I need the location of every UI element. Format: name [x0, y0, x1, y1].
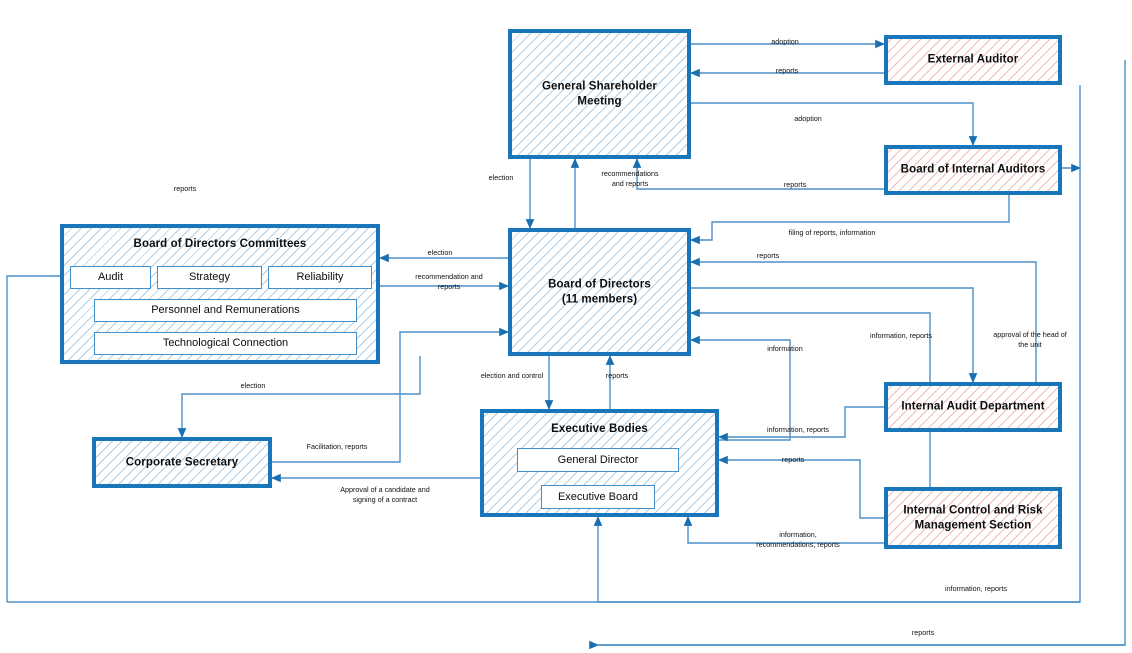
edge-label-information-reports-exec: information, reports: [767, 425, 829, 434]
edge-label-information: information: [767, 344, 803, 353]
edge-label-reports-internal-auditors: reports: [783, 180, 807, 189]
edge-label-election-and-control: election and control: [480, 371, 544, 380]
edge-label-facilitation-reports: Facilitation, reports: [306, 442, 368, 451]
exec-subunit-executive-board[interactable]: Executive Board: [541, 485, 655, 509]
node-title: Corporate Secretary: [125, 456, 239, 469]
edge-label-approval-of-head-of-unit: approval of the head of the unit: [993, 330, 1067, 349]
node-title: Executive Bodies: [551, 423, 648, 435]
committee-personnel-and-remunerations[interactable]: Personnel and Remunerations: [94, 299, 357, 322]
edge-label-information-reports-iad: information, reports: [870, 331, 932, 340]
committee-strategy[interactable]: Strategy: [157, 266, 262, 289]
governance-diagram-canvas: General Shareholder Meeting External Aud…: [0, 0, 1132, 653]
node-title: Internal Control and Risk Management Sec…: [888, 503, 1058, 532]
node-title-line2: Management Section: [914, 519, 1032, 531]
edge-label-reports-bottom: reports: [911, 628, 935, 637]
node-title-line2: Meeting: [577, 95, 622, 107]
edge-label-adoption-external-auditor: adoption: [771, 37, 799, 46]
edge-label-reports-exec-to-bod: reports: [605, 371, 629, 380]
committee-technological-connection[interactable]: Technological Connection: [94, 332, 357, 355]
node-corporate-secretary[interactable]: Corporate Secretary: [92, 437, 272, 488]
exec-subunit-general-director[interactable]: General Director: [517, 448, 679, 472]
edge-label-election-corporate-secretary: election: [240, 381, 266, 390]
edge-label-approval-of-candidate: Approval of a candidate and signing of a …: [340, 485, 430, 504]
node-board-of-directors[interactable]: Board of Directors (11 members): [508, 228, 691, 356]
edge-label-filing-of-reports-information: filing of reports, information: [788, 228, 876, 237]
node-external-auditor[interactable]: External Auditor: [884, 35, 1062, 85]
node-title-line1: Board of Directors: [548, 278, 651, 291]
node-board-of-internal-auditors[interactable]: Board of Internal Auditors: [884, 145, 1062, 195]
committee-reliability[interactable]: Reliability: [268, 266, 372, 289]
node-title-line1: Internal Control and Risk: [903, 504, 1043, 517]
node-general-shareholder-meeting[interactable]: General Shareholder Meeting: [508, 29, 691, 159]
node-title: External Auditor: [927, 53, 1019, 66]
edge-label-recommendations-and-reports: recommendations and reports: [601, 169, 659, 188]
edge-label-election-bod-committees: election: [427, 248, 453, 257]
edge-label-reports-bod-right: reports: [756, 251, 780, 260]
node-title: Board of Internal Auditors: [900, 163, 1046, 176]
edge-label-adoption-internal-auditors: adoption: [794, 114, 822, 123]
edge-label-reports-external-auditor: reports: [775, 66, 799, 75]
edge-label-election-gsm-bod: election: [488, 173, 514, 182]
node-title-line1: General Shareholder: [541, 80, 658, 93]
node-internal-audit-department[interactable]: Internal Audit Department: [884, 382, 1062, 432]
node-title: Internal Audit Department: [901, 400, 1045, 413]
node-title: Board of Directors Committees: [133, 238, 307, 250]
node-title: General Shareholder Meeting: [512, 79, 687, 108]
edge-label-information-reports-bottom: information, reports: [945, 584, 1007, 593]
edge-label-reports-icrm-exec: reports: [781, 455, 805, 464]
node-internal-control-risk-management[interactable]: Internal Control and Risk Management Sec…: [884, 487, 1062, 549]
edge-label-reports-committees: reports: [173, 184, 197, 193]
edge-label-recommendation-and-reports-committees: recommendation and reports: [415, 272, 483, 291]
node-title: Board of Directors (11 members): [512, 277, 687, 306]
committee-audit[interactable]: Audit: [70, 266, 151, 289]
node-title-line2: (11 members): [561, 293, 638, 305]
connector-trunks: [7, 601, 1125, 646]
edge-label-information-recommendations-reports: information, recommendations, reports: [756, 530, 840, 549]
